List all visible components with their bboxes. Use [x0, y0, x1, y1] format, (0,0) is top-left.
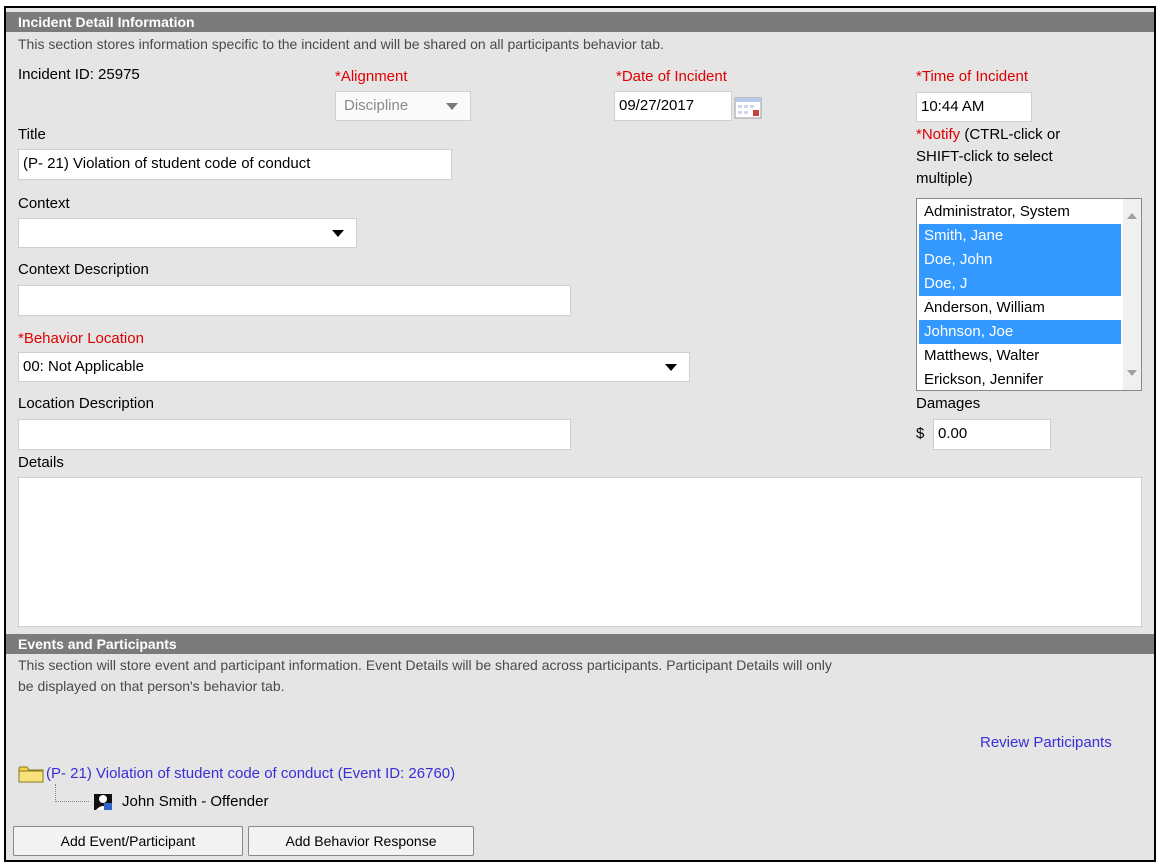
location-description-label: Location Description	[18, 395, 154, 412]
chevron-down-icon	[446, 103, 458, 110]
chevron-down-icon	[665, 364, 677, 371]
notify-required-label: *Notify	[916, 126, 961, 143]
notify-options: Administrator, System Smith, Jane Doe, J…	[919, 200, 1121, 390]
participant-name[interactable]: John Smith - Offender	[122, 793, 268, 810]
behavior-location-label: *Behavior Location	[18, 330, 144, 347]
student-offender-icon	[92, 790, 114, 812]
tree-connector	[55, 784, 89, 802]
scroll-down-arrow-icon[interactable]	[1127, 370, 1137, 376]
date-of-incident-input[interactable]: 09/27/2017	[614, 91, 732, 121]
details-textarea[interactable]	[18, 477, 1142, 627]
add-behavior-response-button[interactable]: Add Behavior Response	[248, 826, 474, 856]
incident-id: Incident ID: 25975	[18, 66, 140, 83]
alignment-select[interactable]: Discipline	[335, 91, 471, 121]
time-of-incident-label: *Time of Incident	[916, 68, 1028, 85]
events-description-line1: This section will store event and partic…	[18, 657, 832, 673]
context-description-label: Context Description	[18, 261, 149, 278]
notify-hint-1: (CTRL-click or	[960, 126, 1061, 143]
notify-option[interactable]: Smith, Jane	[919, 224, 1121, 248]
alignment-label: *Alignment	[335, 68, 408, 85]
notify-option[interactable]: Matthews, Walter	[919, 344, 1121, 368]
context-label: Context	[18, 195, 70, 212]
incident-form: Incident Detail Information This section…	[4, 6, 1156, 862]
notify-label: *Notify (CTRL-click or	[916, 126, 1060, 143]
context-select[interactable]	[18, 218, 357, 248]
review-participants-link[interactable]: Review Participants	[980, 734, 1112, 751]
calendar-icon[interactable]	[734, 97, 762, 119]
damages-label: Damages	[916, 395, 981, 412]
time-of-incident-input[interactable]: 10:44 AM	[916, 92, 1032, 122]
behavior-location-value: 00: Not Applicable	[23, 358, 144, 375]
events-section-header: Events and Participants	[6, 634, 1154, 654]
incident-section-header: Incident Detail Information	[6, 12, 1154, 32]
chevron-down-icon	[332, 230, 344, 237]
notify-scrollbar[interactable]	[1123, 199, 1141, 390]
alignment-value: Discipline	[344, 97, 409, 114]
notify-hint-3: multiple)	[916, 170, 973, 187]
notify-hint-2: SHIFT-click to select	[916, 148, 1053, 165]
behavior-location-select[interactable]: 00: Not Applicable	[18, 352, 690, 382]
notify-option[interactable]: Erickson, Jennifer	[919, 368, 1121, 390]
incident-section-description: This section stores information specific…	[18, 36, 664, 52]
folder-icon	[18, 764, 44, 784]
event-link[interactable]: (P- 21) Violation of student code of con…	[46, 765, 455, 782]
notify-option[interactable]: Doe, John	[919, 248, 1121, 272]
notify-option[interactable]: Doe, J	[919, 272, 1121, 296]
scroll-up-arrow-icon[interactable]	[1127, 213, 1137, 219]
notify-option[interactable]: Johnson, Joe	[919, 320, 1121, 344]
location-description-input[interactable]	[18, 419, 571, 450]
title-label: Title	[18, 126, 46, 143]
add-event-participant-button[interactable]: Add Event/Participant	[13, 826, 243, 856]
notify-listbox[interactable]: Administrator, System Smith, Jane Doe, J…	[916, 198, 1142, 391]
details-label: Details	[18, 454, 64, 471]
damages-input[interactable]: 0.00	[933, 419, 1051, 450]
context-description-input[interactable]	[18, 285, 571, 316]
notify-option[interactable]: Anderson, William	[919, 296, 1121, 320]
date-of-incident-label: *Date of Incident	[616, 68, 727, 85]
title-input[interactable]: (P- 21) Violation of student code of con…	[18, 149, 452, 180]
notify-option[interactable]: Administrator, System	[919, 200, 1121, 224]
events-description-line2: be displayed on that person's behavior t…	[18, 678, 285, 694]
currency-symbol: $	[916, 425, 925, 442]
